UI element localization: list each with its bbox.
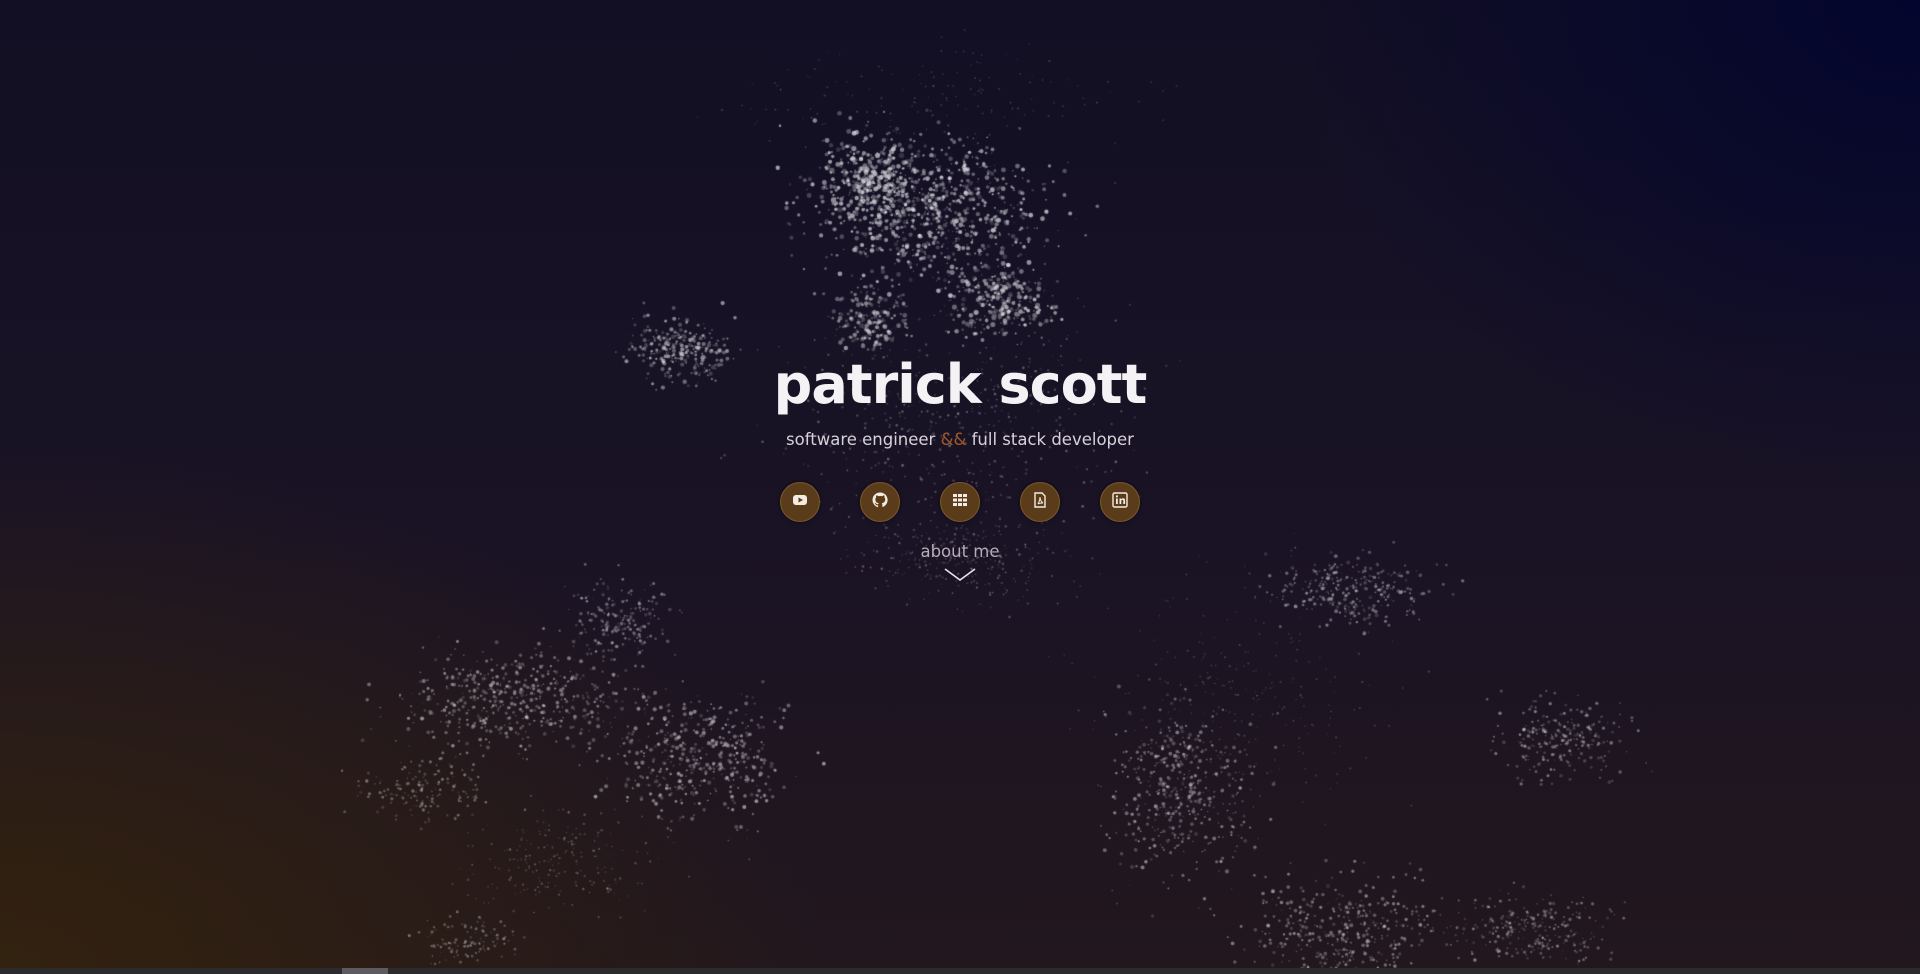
pdf-icon <box>1032 492 1048 512</box>
hero: patrick scott software engineer && full … <box>0 350 1920 583</box>
portfolio-grid-button[interactable] <box>940 482 980 522</box>
grid-icon <box>952 492 968 512</box>
tagline: software engineer && full stack develope… <box>0 428 1920 452</box>
page-background: patrick scott software engineer && full … <box>0 0 1920 974</box>
github-link-button[interactable] <box>860 482 900 522</box>
linkedin-icon <box>1112 492 1128 512</box>
resume-pdf-button[interactable] <box>1020 482 1060 522</box>
about-me-link[interactable]: about me <box>0 542 1920 561</box>
tagline-role-2: full stack developer <box>971 430 1134 449</box>
tagline-amp: && <box>940 430 967 449</box>
horizontal-scrollbar[interactable] <box>0 968 1920 974</box>
youtube-icon <box>792 492 808 512</box>
chevron-down-icon[interactable] <box>943 567 977 583</box>
scrollbar-thumb[interactable] <box>342 968 388 974</box>
social-links <box>0 482 1920 522</box>
github-icon <box>872 492 888 512</box>
tagline-role-1: software engineer <box>786 430 936 449</box>
page-title: patrick scott <box>773 353 1148 416</box>
youtube-link-button[interactable] <box>780 482 820 522</box>
linkedin-link-button[interactable] <box>1100 482 1140 522</box>
